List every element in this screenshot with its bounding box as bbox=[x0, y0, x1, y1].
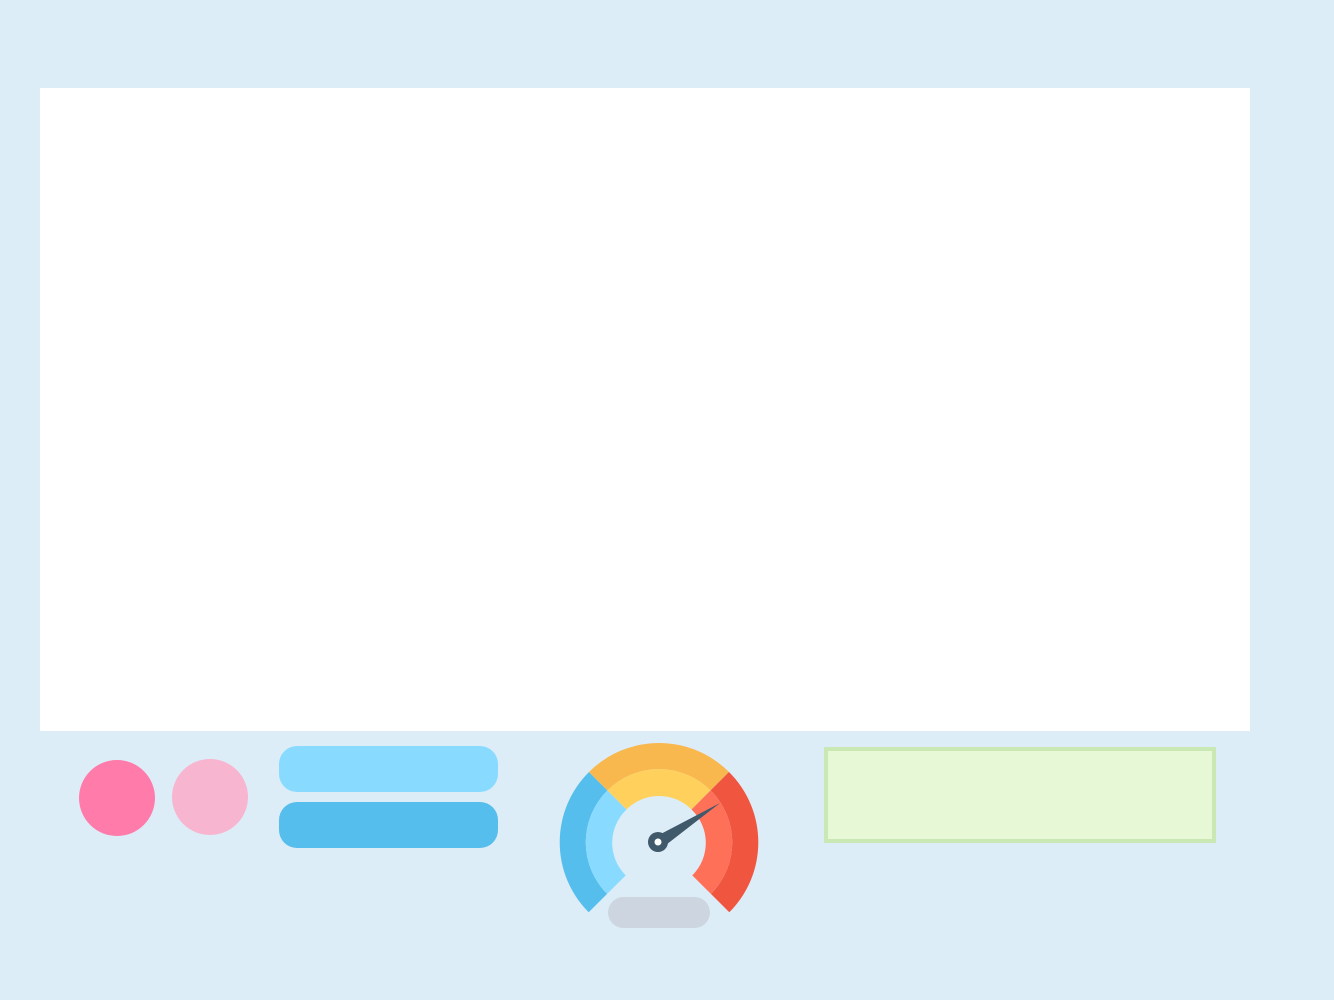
blue-pill-button[interactable] bbox=[279, 802, 498, 848]
gauge-base-pill bbox=[608, 897, 710, 928]
green-note-panel bbox=[824, 747, 1216, 843]
display-screen bbox=[40, 88, 1250, 731]
gauge-hub-center bbox=[654, 838, 662, 846]
light-blue-pill-button[interactable] bbox=[279, 746, 498, 792]
app-window bbox=[0, 0, 1334, 1000]
speedometer-icon bbox=[553, 738, 765, 934]
pink-round-button[interactable] bbox=[79, 760, 155, 836]
light-pink-round-button[interactable] bbox=[172, 759, 248, 835]
